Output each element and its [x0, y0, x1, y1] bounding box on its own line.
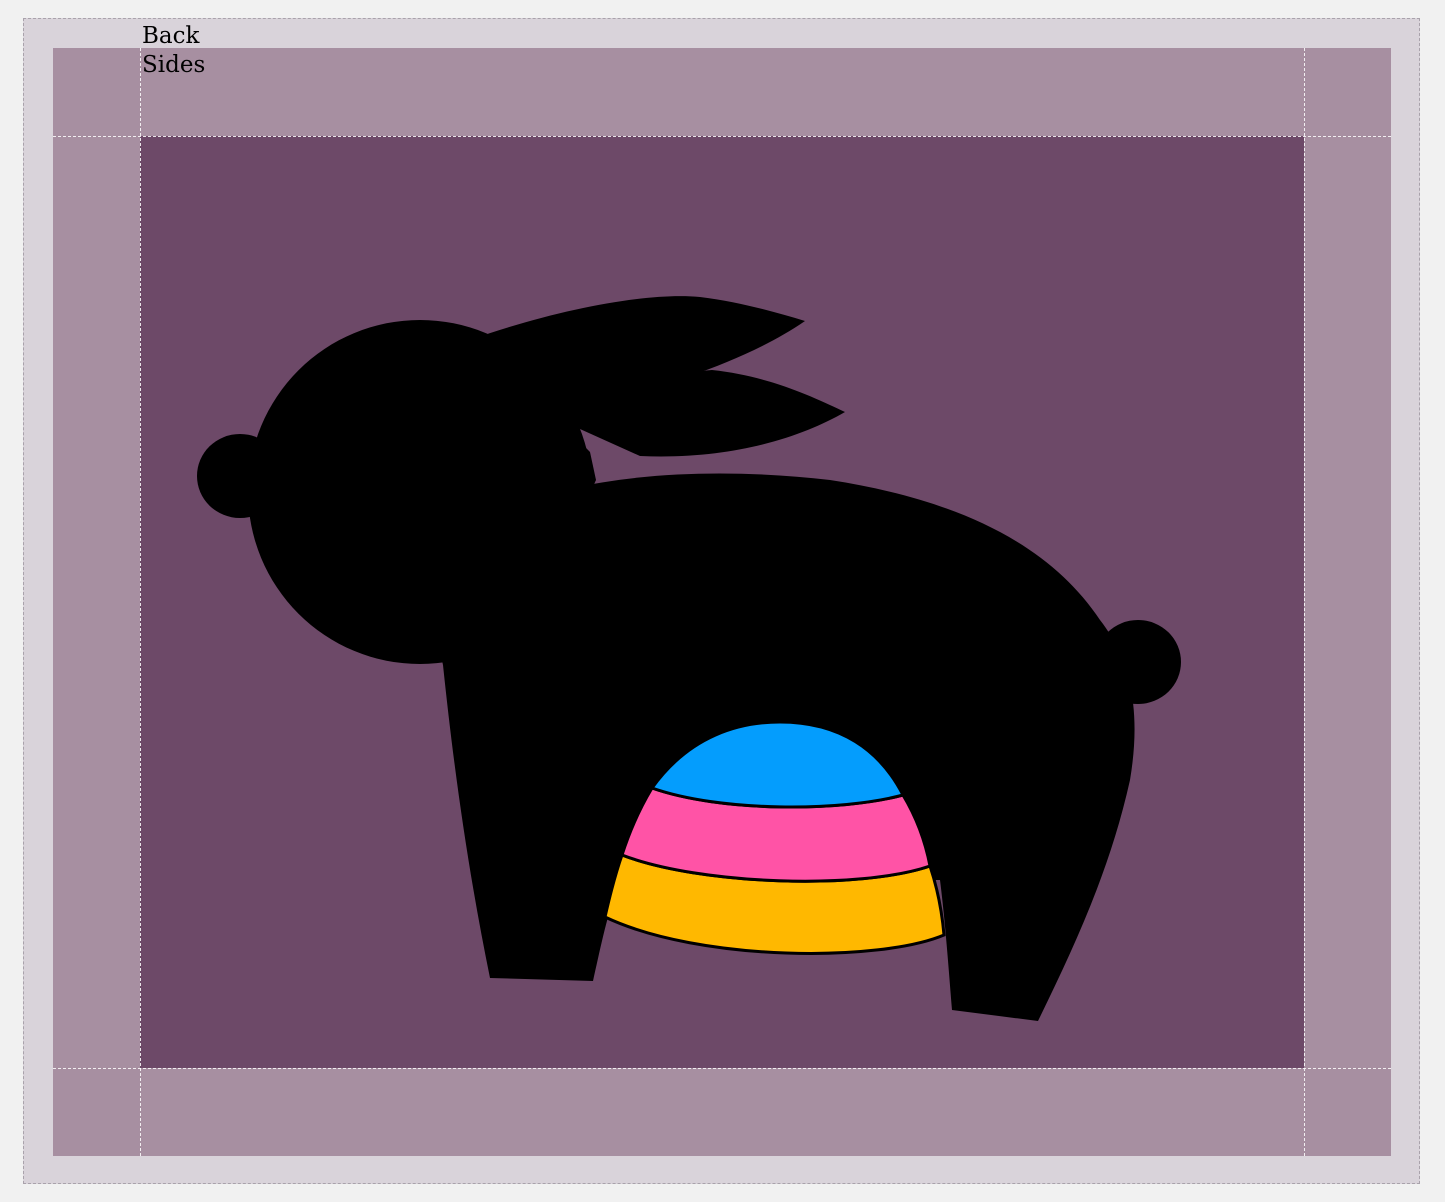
bunny-tail: [1095, 620, 1181, 704]
design-canvas: Back Sides: [0, 0, 1445, 1202]
label-back: Back: [142, 23, 200, 49]
label-sides: Sides: [142, 52, 206, 78]
bunny-nose-bump: [197, 434, 283, 518]
side-labels: Back Sides: [142, 22, 205, 80]
bunny-artwork: [197, 296, 1181, 1021]
